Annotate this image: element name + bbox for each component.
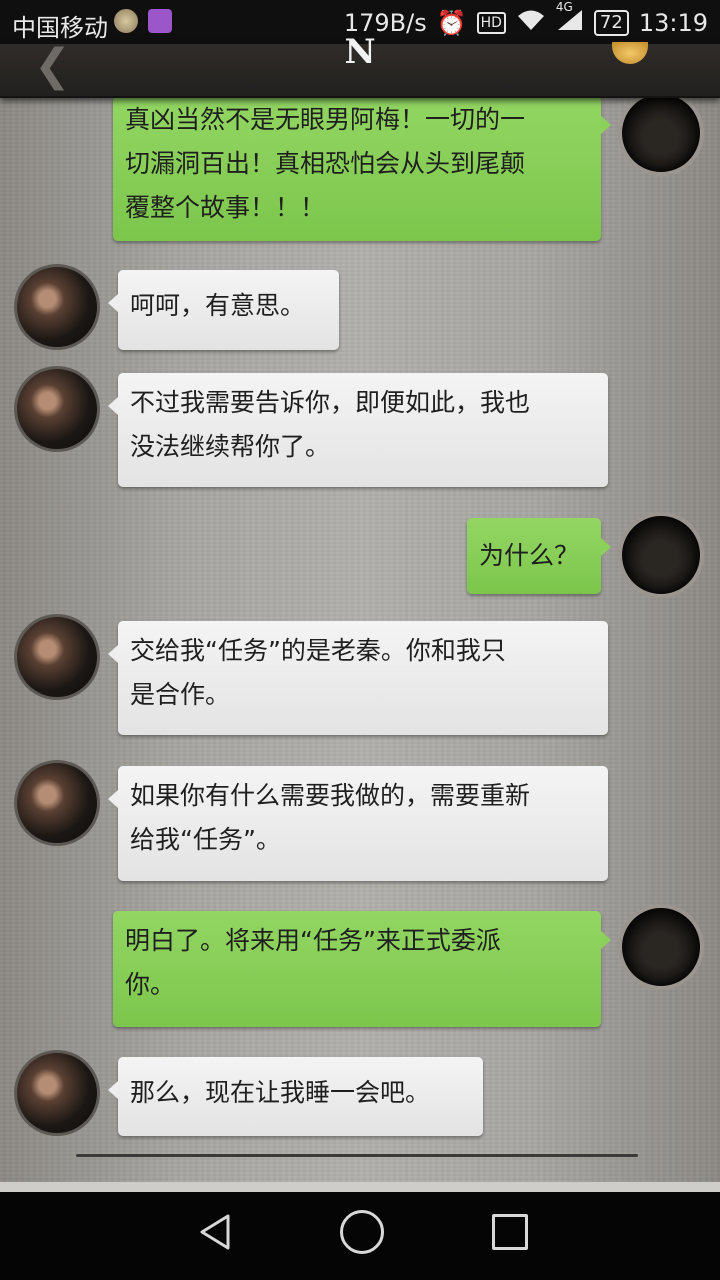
message-line: 那么，现在让我睡一会吧。 [130,1078,431,1107]
message-line: 明白了。将来用“任务”来正式委派 [125,926,501,955]
message-line: 如果你有什么需要我做的，需要重新 [130,781,531,810]
notification-avatar-icon [114,9,138,33]
message-bubble-incoming[interactable]: 交给我“任务”的是老秦。你和我只 是合作。 [108,621,608,735]
chat-title: N [344,32,376,72]
message-line: 没法继续帮你了。 [130,432,331,461]
message-line: 真凶当然不是无眼男阿梅！一切的一 [125,105,526,134]
message-bubble-incoming[interactable]: 如果你有什么需要我做的，需要重新 给我“任务”。 [108,766,608,881]
message-line: 是合作。 [130,680,231,709]
message-bubble-incoming[interactable]: 不过我需要告诉你，即便如此，我也 没法继续帮你了。 [108,373,608,487]
message-bubble-incoming[interactable]: 呵呵，有意思。 [108,270,339,350]
message-bubble-outgoing[interactable]: 明白了。将来用“任务”来正式委派 你。 [113,911,611,1027]
message-bubble-outgoing[interactable]: 为什么？ [467,518,611,594]
contact-avatar[interactable] [14,1050,100,1136]
my-avatar[interactable] [618,96,704,176]
message-line: 不过我需要告诉你，即便如此，我也 [130,388,531,417]
square-recents-icon[interactable] [492,1214,528,1250]
system-nav-bar [0,1192,720,1280]
message-line: 切漏洞百出！真相恐怕会从头到尾颠 [125,149,526,178]
chat-divider [76,1154,638,1157]
my-avatar[interactable] [618,904,704,990]
chat-history[interactable]: 真凶当然不是无眼男阿梅！一切的一 切漏洞百出！真相恐怕会从头到尾颠 覆整个故事！… [0,96,720,1186]
hd-badge: HD [476,12,506,34]
chat-header: ❮ N [0,32,720,98]
message-line: 给我“任务”。 [130,825,281,854]
contact-avatar[interactable] [14,264,100,350]
contact-avatar[interactable] [14,760,100,846]
my-avatar[interactable] [618,512,704,598]
network-type: 4G [555,0,573,14]
gallery-app-icon [148,9,172,33]
triangle-back-icon[interactable] [196,1212,236,1252]
message-line: 交给我“任务”的是老秦。你和我只 [130,636,506,665]
contact-avatar[interactable] [14,366,100,452]
message-line: 覆整个故事！！！ [125,193,326,222]
contact-avatar[interactable] [14,614,100,700]
message-bubble-outgoing[interactable]: 真凶当然不是无眼男阿梅！一切的一 切漏洞百出！真相恐怕会从头到尾颠 覆整个故事！… [113,96,611,241]
circle-home-icon[interactable] [340,1210,384,1254]
message-line: 呵呵，有意思。 [130,291,306,320]
message-bubble-incoming[interactable]: 那么，现在让我睡一会吧。 [108,1057,483,1136]
message-line: 你。 [125,970,176,999]
input-area-edge [0,1182,720,1192]
message-line: 为什么？ [479,541,580,570]
